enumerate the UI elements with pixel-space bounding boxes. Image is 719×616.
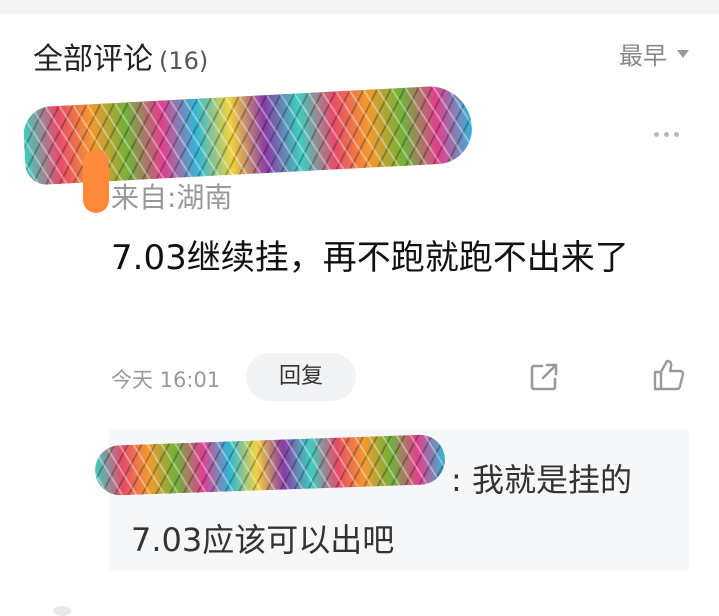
comment-content: 7.03继续挂，再不跑就跑不出来了 <box>111 238 629 278</box>
sort-dropdown[interactable]: 最早 <box>619 36 689 71</box>
comment-time: 今天 16:01 <box>111 368 221 392</box>
thumbs-up-icon[interactable] <box>652 358 686 392</box>
caret-down-icon <box>677 50 689 58</box>
section-title: 全部评论 (16) <box>33 34 208 78</box>
sub-reply-text-1: : 我就是挂的 <box>451 461 632 499</box>
redaction-mark <box>83 150 109 213</box>
comment-location: 来自:湖南 <box>111 181 233 214</box>
next-avatar-edge <box>53 606 71 616</box>
sub-reply-text-2: 7.03应该可以出吧 <box>131 521 395 559</box>
share-icon[interactable] <box>528 361 560 393</box>
comments-header: 全部评论 (16) 最早 <box>0 14 719 84</box>
comment-count: (16) <box>159 47 209 75</box>
more-dots-icon[interactable] <box>654 132 679 137</box>
top-strip <box>0 0 719 14</box>
sort-label: 最早 <box>619 42 667 70</box>
section-title-text: 全部评论 <box>33 42 153 77</box>
reply-button[interactable]: 回复 <box>246 353 356 401</box>
